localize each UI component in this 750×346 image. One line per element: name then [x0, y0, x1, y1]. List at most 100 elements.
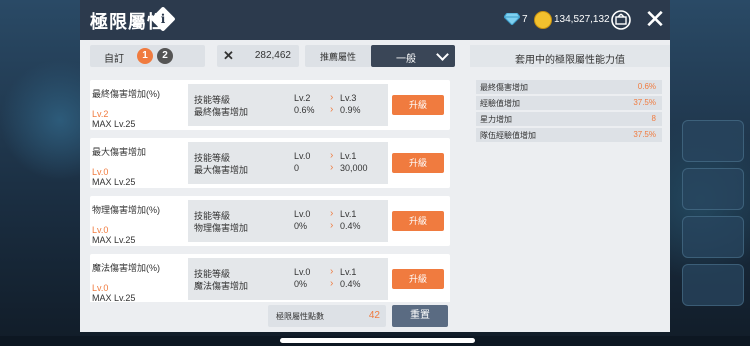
attribute-name: 最大傷害增加: [92, 147, 147, 157]
detail-next: 0.9%: [340, 105, 361, 115]
detail-current: 0%: [294, 279, 308, 289]
close-icon[interactable]: ✕: [642, 6, 668, 32]
cost-x-icon: ✕: [223, 48, 234, 63]
detail-current: Lv.0: [294, 209, 311, 219]
left-hud: [0, 0, 80, 346]
home-indicator[interactable]: [280, 338, 475, 343]
attribute-name: 魔法傷害增加(%): [92, 263, 160, 273]
attribute-card: 物理傷害增加(%) Lv.0 MAX Lv.25 技能等級 物理傷害增加 Lv.…: [90, 196, 450, 246]
summary-name: 隊伍經驗值增加: [480, 131, 536, 140]
attribute-list[interactable]: 最終傷害增加(%) Lv.2 MAX Lv.25 技能等級 最終傷害增加 Lv.…: [90, 80, 450, 302]
attribute-level: Lv.0: [92, 283, 109, 293]
preset-tab-1[interactable]: 1: [137, 48, 153, 64]
preset-bar: 自訂 1 2 ✕ 282,462 推薦屬性 一般: [90, 45, 455, 67]
summary-value: 8: [651, 114, 656, 123]
summary-name: 最終傷害增加: [480, 83, 528, 92]
preset-selector: 自訂 1 2: [90, 45, 205, 67]
attribute-max-level: MAX Lv.25: [92, 235, 136, 245]
detail-next: 0.4%: [340, 221, 361, 231]
arrow-right-icon: ›: [330, 266, 334, 277]
arrow-right-icon: ›: [330, 92, 334, 103]
detail-current: Lv.2: [294, 93, 311, 103]
cost-box: ✕ 282,462: [217, 45, 299, 67]
upgrade-button[interactable]: 升級: [392, 269, 444, 289]
gem-count: 7: [522, 14, 528, 25]
info-icon[interactable]: i: [150, 6, 176, 32]
detail-label: 最大傷害增加: [194, 165, 249, 175]
summary-row: 隊伍經驗值增加 37.5%: [476, 128, 662, 142]
right-hud: [670, 0, 750, 346]
upgrade-button[interactable]: 升級: [392, 211, 444, 231]
attribute-detail: 技能等級 最大傷害增加 Lv.0 0 › › Lv.1 30,000: [188, 142, 388, 184]
gem-icon: [504, 13, 520, 25]
reset-button[interactable]: 重置: [392, 305, 448, 327]
recommend-dropdown[interactable]: 一般: [371, 45, 455, 67]
detail-next: Lv.1: [340, 151, 357, 161]
upgrade-button[interactable]: 升級: [392, 95, 444, 115]
arrow-right-icon: ›: [330, 162, 334, 173]
shop-icon[interactable]: [610, 9, 632, 31]
detail-current: 0: [294, 163, 300, 173]
summary-value: 37.5%: [633, 98, 656, 107]
detail-next: 0.4%: [340, 279, 361, 289]
summary-list: 最終傷害增加 0.6% 經驗值增加 37.5% 星力增加 8 隊伍經驗值增加 3…: [476, 80, 662, 144]
detail-current: 0%: [294, 221, 308, 231]
detail-current: 0.6%: [294, 105, 315, 115]
attribute-max-level: MAX Lv.25: [92, 119, 136, 129]
attribute-name: 物理傷害增加(%): [92, 205, 160, 215]
summary-value: 0.6%: [637, 82, 656, 91]
attribute-max-level: MAX Lv.25: [92, 177, 136, 187]
arrow-right-icon: ›: [330, 278, 334, 289]
attribute-name: 最終傷害增加(%): [92, 89, 160, 99]
arrow-right-icon: ›: [330, 220, 334, 231]
gold-count: 134,527,132: [554, 14, 610, 25]
arrow-right-icon: ›: [330, 150, 334, 161]
attribute-level: Lv.0: [92, 225, 109, 235]
side-menu-button[interactable]: [682, 264, 744, 306]
detail-label: 魔法傷害增加: [194, 281, 249, 291]
detail-next: Lv.3: [340, 93, 357, 103]
attribute-detail: 技能等級 魔法傷害增加 Lv.0 0% › › Lv.1 0.4%: [188, 258, 388, 300]
arrow-right-icon: ›: [330, 208, 334, 219]
side-menu-button[interactable]: [682, 216, 744, 258]
attribute-level: Lv.0: [92, 167, 109, 177]
detail-current: Lv.0: [294, 267, 311, 277]
summary-value: 37.5%: [633, 130, 656, 139]
points-label: 極限屬性點數: [276, 312, 324, 321]
attribute-detail: 技能等級 最終傷害增加 Lv.2 0.6% › › Lv.3 0.9%: [188, 84, 388, 126]
summary-name: 經驗值增加: [480, 99, 520, 108]
attribute-card: 魔法傷害增加(%) Lv.0 MAX Lv.25 技能等級 魔法傷害增加 Lv.…: [90, 254, 450, 302]
points-box: 極限屬性點數 42: [268, 305, 386, 327]
detail-label: 最終傷害增加: [194, 107, 249, 117]
attribute-detail: 技能等級 物理傷害增加 Lv.0 0% › › Lv.1 0.4%: [188, 200, 388, 242]
arrow-right-icon: ›: [330, 104, 334, 115]
detail-next: 30,000: [340, 163, 368, 173]
attribute-card: 最大傷害增加 Lv.0 MAX Lv.25 技能等級 最大傷害增加 Lv.0 0…: [90, 138, 450, 188]
recommend-label-box: 推薦屬性: [305, 45, 371, 67]
summary-header: 套用中的極限屬性能力值: [470, 45, 670, 67]
title-bar: 極限屬性 i 7 134,527,132 ✕: [80, 0, 670, 40]
gold-coin-icon: [534, 11, 552, 29]
footer-bar: 極限屬性點數 42 重置: [268, 305, 448, 327]
attribute-card: 最終傷害增加(%) Lv.2 MAX Lv.25 技能等級 最終傷害增加 Lv.…: [90, 80, 450, 130]
upgrade-button[interactable]: 升級: [392, 153, 444, 173]
extreme-attribute-panel: 極限屬性 i 7 134,527,132 ✕ 自訂 1 2 ✕ 282,462 …: [80, 0, 670, 332]
summary-row: 星力增加 8: [476, 112, 662, 126]
detail-next: Lv.1: [340, 209, 357, 219]
side-menu-button[interactable]: [682, 168, 744, 210]
preset-label: 自訂: [104, 54, 124, 65]
recommend-value: 一般: [396, 54, 416, 65]
attribute-level: Lv.2: [92, 109, 109, 119]
summary-title: 套用中的極限屬性能力值: [515, 55, 625, 66]
points-value: 42: [368, 310, 380, 321]
detail-current: Lv.0: [294, 151, 311, 161]
cost-value: 282,462: [254, 50, 291, 61]
summary-row: 最終傷害增加 0.6%: [476, 80, 662, 94]
side-menu-button[interactable]: [682, 120, 744, 162]
summary-name: 星力增加: [480, 115, 512, 124]
recommend-label: 推薦屬性: [319, 52, 356, 62]
attribute-max-level: MAX Lv.25: [92, 293, 136, 302]
detail-label: 物理傷害增加: [194, 223, 249, 233]
detail-next: Lv.1: [340, 267, 357, 277]
preset-tab-2[interactable]: 2: [157, 48, 173, 64]
